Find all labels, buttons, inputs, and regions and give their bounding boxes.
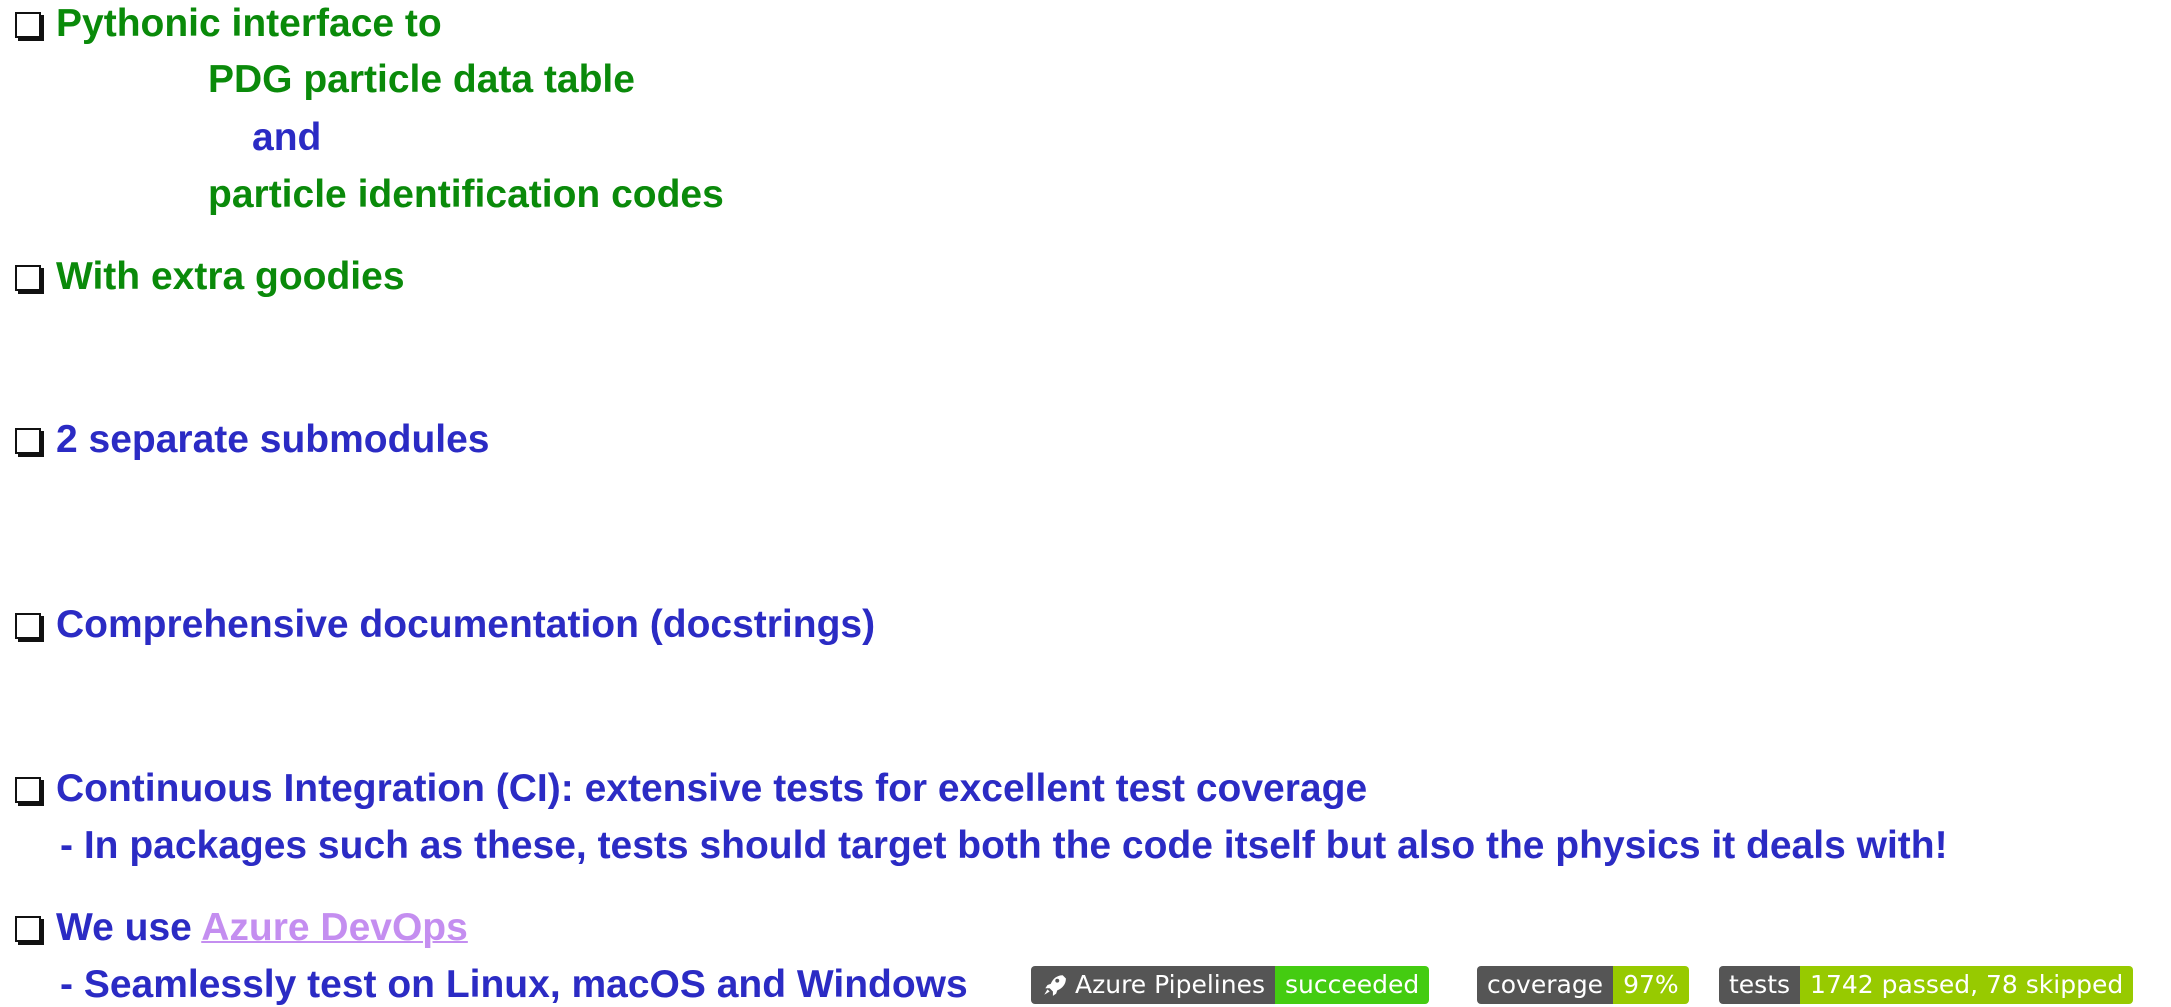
bullet-pythonic-interface: Pythonic interface to [15, 2, 442, 46]
checkbox-bullet-icon [15, 777, 41, 803]
rocket-icon [1044, 975, 1066, 996]
checkbox-bullet-icon [15, 12, 41, 38]
sub-item-pdg-table: PDG particle data table [208, 58, 635, 101]
checkbox-bullet-icon [15, 613, 41, 639]
bullet-continuous-integration: Continuous Integration (CI): extensive t… [15, 767, 1367, 811]
tests-badge[interactable]: tests 1742 passed, 78 skipped [1719, 966, 2134, 1004]
bullet-extra-goodies: With extra goodies [15, 255, 405, 299]
checkbox-bullet-icon [15, 265, 41, 291]
azure-devops-link[interactable]: Azure DevOps [201, 906, 468, 949]
sub-item-and: and [252, 116, 322, 159]
sub-item-tests-physics: - In packages such as these, tests shoul… [60, 824, 1948, 867]
sub-item-pid-codes: particle identification codes [208, 173, 724, 216]
bullet-documentation: Comprehensive documentation (docstrings) [15, 603, 875, 647]
bullet-azure-devops: We use Azure DevOps [15, 906, 468, 950]
checkbox-bullet-icon [15, 428, 41, 454]
bullet-submodules: 2 separate submodules [15, 418, 490, 462]
checkbox-bullet-icon [15, 916, 41, 942]
azure-pipelines-badge[interactable]: Azure Pipelines succeeded [1031, 966, 1430, 1004]
sub-item-cross-platform: - Seamlessly test on Linux, macOS and Wi… [60, 963, 968, 1006]
coverage-badge[interactable]: coverage 97% [1477, 966, 1689, 1004]
